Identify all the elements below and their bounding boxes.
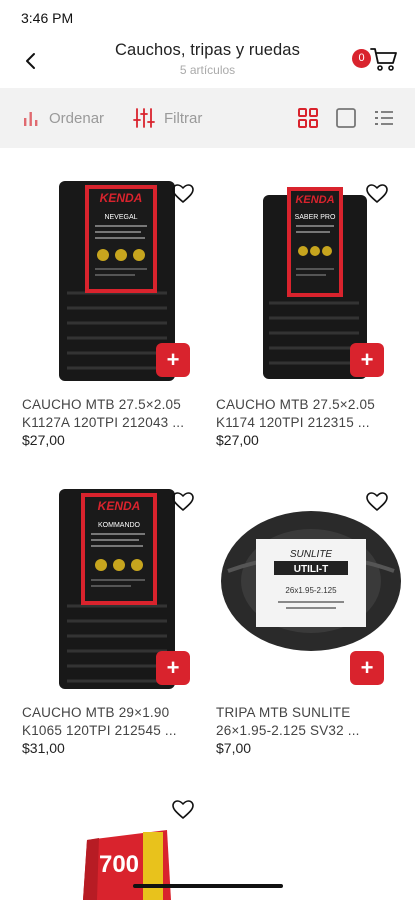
title-block: Cauchos, tripas y ruedas 5 artículos xyxy=(60,41,355,77)
sort-button[interactable]: Ordenar xyxy=(22,88,104,148)
home-indicator[interactable] xyxy=(133,884,283,888)
svg-text:KOMMANDO: KOMMANDO xyxy=(98,522,141,529)
heart-icon xyxy=(172,800,194,819)
add-to-cart-button[interactable]: + xyxy=(156,651,190,685)
sliders-icon xyxy=(133,108,155,128)
list-view-button[interactable] xyxy=(373,107,395,129)
heart-icon xyxy=(172,492,194,511)
favorite-button[interactable] xyxy=(366,184,392,208)
sort-label: Ordenar xyxy=(49,109,105,127)
plus-icon: + xyxy=(166,347,180,372)
add-to-cart-button[interactable]: + xyxy=(350,343,384,377)
cart-button[interactable]: 0 xyxy=(350,44,400,80)
shopping-cart-icon xyxy=(370,48,397,71)
svg-text:26x1.95-2.125: 26x1.95-2.125 xyxy=(285,586,337,595)
page-title: Cauchos, tripas y ruedas xyxy=(115,41,300,59)
item-count: 5 artículos xyxy=(179,63,236,77)
product-name: TRIPA MTB SUNLITE 26×1.95-2.125 SV32 ... xyxy=(216,705,360,738)
single-view-icon xyxy=(336,108,356,128)
single-view-button[interactable] xyxy=(335,107,357,129)
grid-view-icon xyxy=(298,108,318,128)
product-name: CAUCHO MTB 29×1.90 K1065 120TPI 212545 .… xyxy=(22,705,177,738)
status-bar: 3:46 PM xyxy=(0,0,415,34)
chevron-left-icon xyxy=(26,53,35,69)
toolbar: Ordenar Filtrar xyxy=(0,88,415,148)
product-card[interactable]: 700 xyxy=(22,764,212,900)
favorite-button[interactable] xyxy=(366,492,392,516)
filter-button[interactable]: Filtrar xyxy=(133,88,202,148)
product-price: $31,00 xyxy=(22,740,65,756)
product-name: CAUCHO MTB 27.5×2.05 K1127A 120TPI 21204… xyxy=(22,397,185,430)
product-card[interactable]: SUNLITE UTILI-T 26x1.95-2.125 + TRIPA MT… xyxy=(216,456,406,756)
add-to-cart-button[interactable]: + xyxy=(350,651,384,685)
product-image: 700 xyxy=(22,824,212,900)
product-card[interactable]: KENDA NEVEGAL + CAUCHO MTB 27.5×2.05 K11… xyxy=(22,148,212,448)
svg-text:KENDA: KENDA xyxy=(295,194,334,206)
add-to-cart-button[interactable]: + xyxy=(156,343,190,377)
plus-icon: + xyxy=(166,655,180,680)
list-view-icon xyxy=(375,111,393,125)
svg-text:NEVEGAL: NEVEGAL xyxy=(104,214,137,221)
plus-icon: + xyxy=(360,347,374,372)
cart-count-badge: 0 xyxy=(352,49,371,68)
product-card[interactable]: KENDA SABER PRO + CAUCHO MTB 27.5×2.05 K… xyxy=(216,148,406,448)
heart-icon xyxy=(366,184,388,203)
bar-chart-icon xyxy=(24,112,38,126)
grid-view-button[interactable] xyxy=(297,107,319,129)
product-price: $27,00 xyxy=(216,432,259,448)
svg-text:700: 700 xyxy=(99,851,139,878)
product-name: CAUCHO MTB 27.5×2.05 K1174 120TPI 212315… xyxy=(216,397,375,430)
plus-icon: + xyxy=(360,655,374,680)
svg-text:SUNLITE: SUNLITE xyxy=(290,549,333,560)
svg-text:SABER PRO: SABER PRO xyxy=(295,214,336,221)
heart-icon xyxy=(366,492,388,511)
product-card[interactable]: KENDA KOMMANDO + CAUCHO MTB 29×1.90 K106… xyxy=(22,456,212,756)
svg-text:UTILI-T: UTILI-T xyxy=(294,564,328,575)
favorite-button[interactable] xyxy=(172,184,198,208)
favorite-button[interactable] xyxy=(172,800,198,824)
status-time: 3:46 PM xyxy=(21,10,74,26)
heart-icon xyxy=(172,184,194,203)
product-price: $7,00 xyxy=(216,740,252,756)
product-price: $27,00 xyxy=(22,432,65,448)
favorite-button[interactable] xyxy=(172,492,198,516)
svg-text:KENDA: KENDA xyxy=(98,499,141,513)
back-button[interactable] xyxy=(16,46,46,76)
header: Cauchos, tripas y ruedas 5 artículos 0 xyxy=(0,34,415,88)
filter-label: Filtrar xyxy=(164,109,203,127)
svg-text:KENDA: KENDA xyxy=(100,191,143,205)
